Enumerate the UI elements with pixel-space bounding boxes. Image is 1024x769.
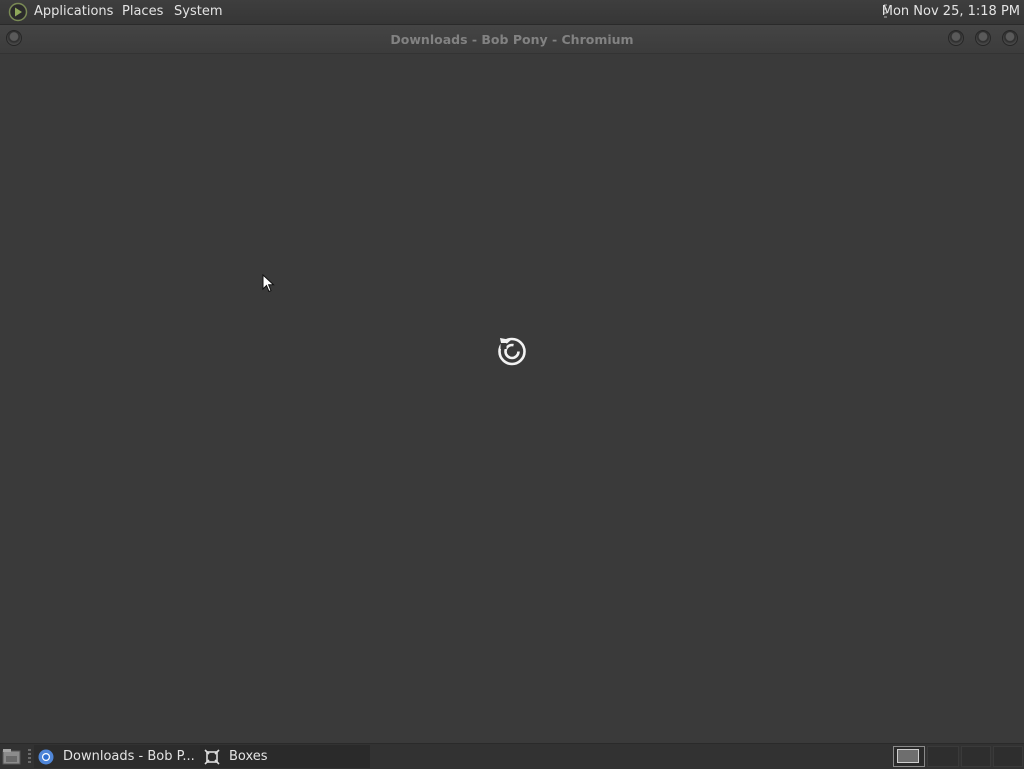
top-panel: Applications Places System Mon Nov 25, 1… (0, 0, 1024, 25)
mate-menu-icon[interactable] (8, 2, 28, 22)
boxes-icon (204, 749, 220, 765)
show-desktop-icon[interactable] (2, 748, 22, 766)
taskbar-item-boxes[interactable]: Boxes (200, 745, 370, 768)
window-titlebar[interactable]: Downloads - Bob Pony - Chromium (0, 25, 1024, 54)
chromium-icon (38, 749, 54, 765)
taskbar-item-label: Boxes (229, 749, 268, 764)
taskbar-handle[interactable] (28, 749, 31, 765)
mouse-cursor (262, 274, 275, 293)
workspace-1[interactable] (893, 746, 925, 767)
reload-icon[interactable] (496, 334, 528, 366)
taskbar-item-label: Downloads - Bob P... (63, 749, 195, 764)
window-title: Downloads - Bob Pony - Chromium (390, 32, 634, 47)
menu-applications[interactable]: Applications (34, 4, 113, 19)
close-button[interactable] (1002, 30, 1018, 46)
menu-places[interactable]: Places (122, 4, 163, 19)
workspace-window-preview (897, 749, 919, 763)
workspace-2[interactable] (927, 746, 959, 767)
clock[interactable]: Mon Nov 25, 1:18 PM (882, 4, 1020, 19)
maximize-button[interactable] (975, 30, 991, 46)
browser-content (0, 54, 1024, 743)
workspace-4[interactable] (993, 746, 1023, 767)
bottom-panel: Downloads - Bob P... Boxes (0, 743, 1024, 769)
taskbar-item-downloads[interactable]: Downloads - Bob P... (34, 745, 200, 768)
workspace-3[interactable] (961, 746, 991, 767)
minimize-button[interactable] (948, 30, 964, 46)
menu-system[interactable]: System (174, 4, 222, 19)
